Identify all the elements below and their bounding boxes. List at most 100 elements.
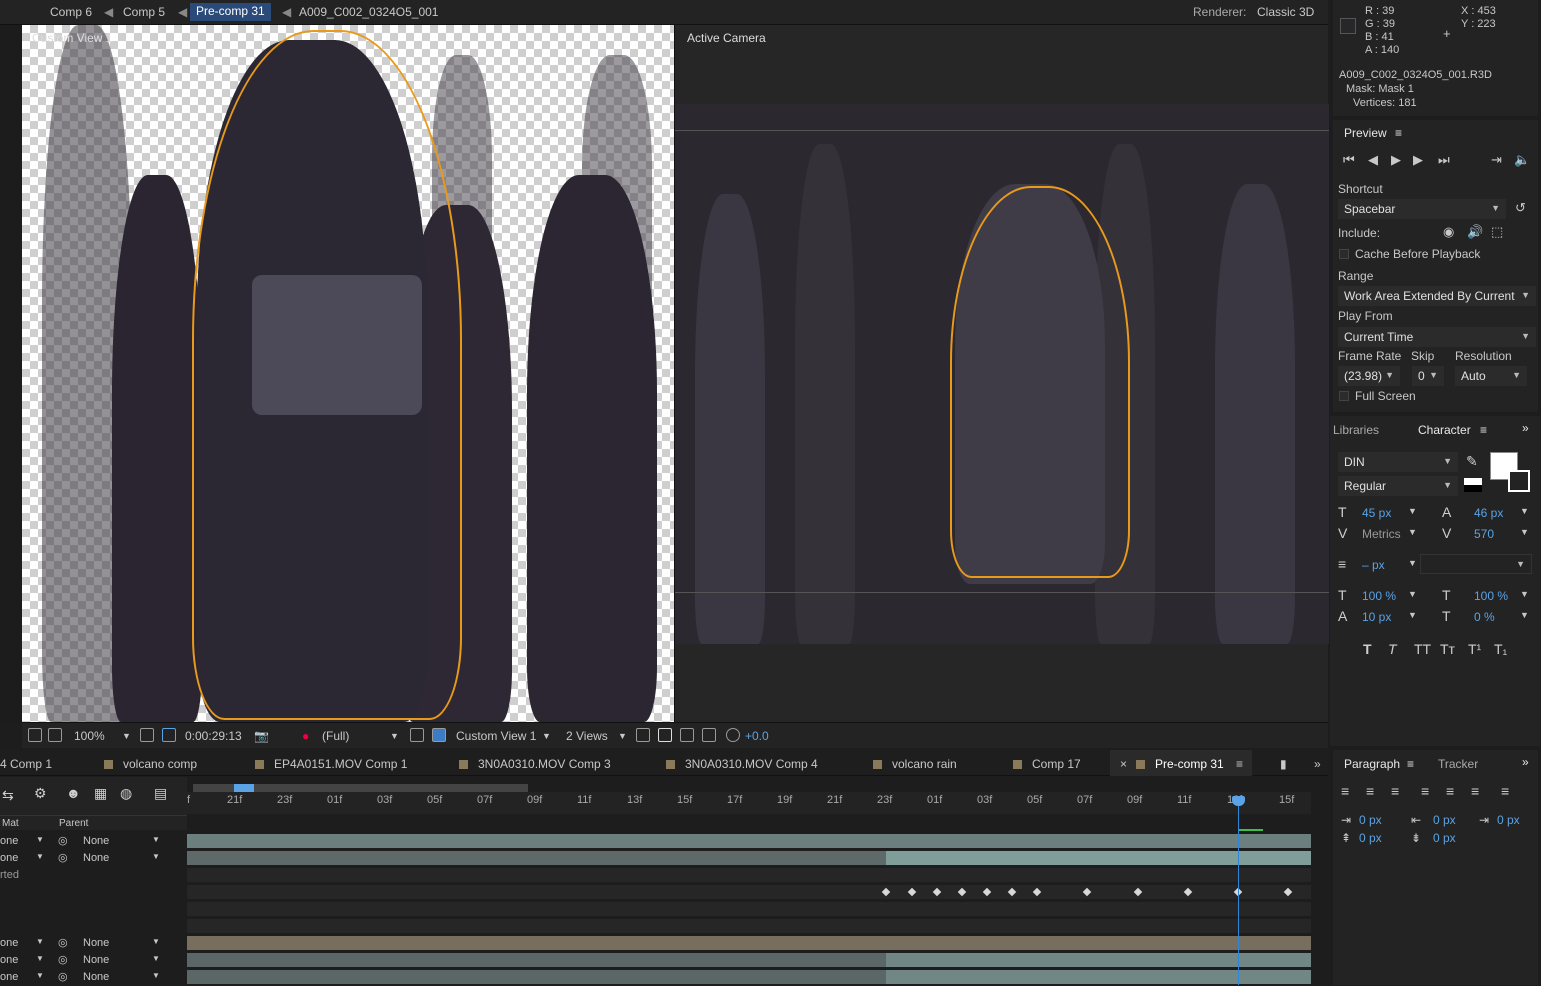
- breadcrumb-precomp31[interactable]: Pre-comp 31: [190, 3, 271, 21]
- chevron-down-icon[interactable]: ▼: [36, 835, 44, 844]
- full-screen-checkbox[interactable]: [1339, 391, 1349, 401]
- align-left-icon[interactable]: ≡: [1341, 783, 1349, 799]
- chevron-down-icon[interactable]: ▼: [36, 954, 44, 963]
- horizontal-scale-value[interactable]: 100 %: [1474, 589, 1508, 603]
- close-icon[interactable]: ×: [1120, 757, 1127, 771]
- parent-value[interactable]: None: [83, 937, 109, 949]
- cache-checkbox[interactable]: [1339, 249, 1349, 259]
- search-layers-icon[interactable]: ⇆: [2, 787, 14, 804]
- tab-tracker[interactable]: Tracker: [1438, 757, 1478, 771]
- chevron-down-icon[interactable]: ▼: [36, 937, 44, 946]
- indent-left-value[interactable]: 0 px: [1359, 813, 1382, 827]
- first-frame-icon[interactable]: ⏮: [1343, 152, 1355, 168]
- view-dropdown[interactable]: Custom View 1: [456, 729, 536, 743]
- matte-value[interactable]: one: [0, 971, 18, 983]
- stroke-width-value[interactable]: – px: [1362, 558, 1385, 572]
- layer-row[interactable]: one ▼ ◎ None ▼: [0, 969, 186, 986]
- indent-first-value[interactable]: 0 px: [1497, 813, 1520, 827]
- chevron-down-icon[interactable]: ▼: [1408, 527, 1417, 537]
- mask-visibility-icon[interactable]: [162, 728, 176, 742]
- timeline-icon[interactable]: [680, 728, 694, 742]
- layer-row[interactable]: one ▼ ◎ None ▼: [0, 833, 186, 850]
- baseline-shift-value[interactable]: 10 px: [1362, 610, 1391, 624]
- layer-duration-bar[interactable]: [187, 936, 1311, 950]
- preview-title[interactable]: Preview: [1344, 126, 1387, 140]
- chevron-down-icon[interactable]: ▼: [1408, 506, 1417, 516]
- range-dropdown[interactable]: Work Area Extended By Current: [1338, 286, 1536, 306]
- region-of-interest-icon[interactable]: [410, 728, 424, 742]
- loop-icon[interactable]: ⇥: [1491, 152, 1502, 168]
- mat-column-header[interactable]: Mat: [2, 818, 19, 829]
- pixel-aspect-icon[interactable]: [636, 728, 650, 742]
- tab-3n0a0310-comp4[interactable]: 3N0A0310.MOV Comp 4: [666, 757, 818, 771]
- chevron-down-icon[interactable]: ▼: [152, 971, 160, 980]
- parent-value[interactable]: None: [83, 954, 109, 966]
- matte-value[interactable]: one: [0, 835, 18, 847]
- layer-row[interactable]: one ▼ ◎ None ▼: [0, 850, 186, 867]
- chevron-down-icon[interactable]: ▼: [1520, 506, 1529, 516]
- comp-mini-flowchart-icon[interactable]: ⚙: [34, 785, 47, 802]
- small-caps-icon[interactable]: Tт: [1440, 641, 1455, 657]
- transparency-grid-icon[interactable]: [432, 728, 446, 742]
- chevron-down-icon[interactable]: ▼: [1520, 610, 1529, 620]
- expand-icon[interactable]: »: [1314, 757, 1321, 771]
- breadcrumb-comp6[interactable]: Comp 6: [50, 5, 92, 19]
- chevron-down-icon[interactable]: ▼: [36, 971, 44, 980]
- indent-right-value[interactable]: 0 px: [1433, 813, 1456, 827]
- font-family-dropdown[interactable]: DIN: [1338, 452, 1458, 472]
- color-channels-icon[interactable]: ●: [302, 729, 309, 743]
- menu-icon[interactable]: ≡: [1480, 423, 1487, 437]
- chevron-down-icon[interactable]: ▼: [152, 835, 160, 844]
- font-style-dropdown[interactable]: Regular: [1338, 476, 1458, 496]
- expand-icon[interactable]: »: [1522, 755, 1529, 769]
- tab-libraries[interactable]: Libraries: [1333, 423, 1379, 437]
- exposure-icon[interactable]: [726, 728, 740, 742]
- pickwhip-icon[interactable]: ◎: [58, 851, 68, 864]
- pickwhip-icon[interactable]: ◎: [58, 953, 68, 966]
- tab-3n0a0310-comp3[interactable]: 3N0A0310.MOV Comp 3: [459, 757, 611, 771]
- tab-comp17[interactable]: Comp 17: [1013, 757, 1081, 771]
- fast-previews-icon[interactable]: [658, 728, 672, 742]
- menu-icon[interactable]: ≡: [1407, 757, 1414, 771]
- layer-duration-bar-active[interactable]: [886, 851, 1311, 865]
- parent-value[interactable]: None: [83, 971, 109, 983]
- mask-path[interactable]: [192, 30, 462, 720]
- snapshot-icon[interactable]: 📷: [254, 729, 269, 743]
- flowchart-icon[interactable]: [702, 728, 716, 742]
- faux-italic-icon[interactable]: T: [1388, 641, 1397, 657]
- pickwhip-icon[interactable]: ◎: [58, 970, 68, 983]
- tracking-value[interactable]: 570: [1474, 527, 1494, 541]
- layer-row[interactable]: rted: [0, 867, 186, 884]
- chevron-down-icon[interactable]: ▼: [1408, 610, 1417, 620]
- current-time-indicator[interactable]: [1238, 796, 1239, 985]
- menu-icon[interactable]: ≡: [1395, 126, 1402, 140]
- tab-volcano-rain[interactable]: volcano rain: [873, 757, 957, 771]
- parent-column-header[interactable]: Parent: [59, 818, 88, 829]
- kerning-value[interactable]: Metrics: [1362, 527, 1401, 541]
- chevron-down-icon[interactable]: ▼: [122, 731, 131, 741]
- last-frame-icon[interactable]: ⏭: [1438, 152, 1450, 168]
- shortcut-dropdown[interactable]: Spacebar: [1338, 199, 1506, 219]
- vertical-scale-value[interactable]: 100 %: [1362, 589, 1396, 603]
- black-white-swatch[interactable]: [1464, 478, 1482, 492]
- eyedropper-icon[interactable]: ✎: [1466, 453, 1478, 470]
- audio-icon[interactable]: 🔈: [1514, 152, 1530, 168]
- superscript-icon[interactable]: T¹: [1468, 641, 1481, 657]
- tab-comp1[interactable]: 4 Comp 1: [0, 757, 52, 771]
- chevron-down-icon[interactable]: ▼: [1520, 527, 1529, 537]
- tab-character[interactable]: Character: [1418, 423, 1471, 437]
- matte-value[interactable]: one: [0, 954, 18, 966]
- subscript-icon[interactable]: T₁: [1494, 641, 1507, 657]
- breadcrumb-footage[interactable]: A009_C002_0324O5_001: [299, 5, 438, 19]
- tab-ep4a0151[interactable]: EP4A0151.MOV Comp 1: [255, 757, 407, 771]
- all-caps-icon[interactable]: TT: [1414, 641, 1431, 657]
- always-preview-icon[interactable]: [28, 728, 42, 742]
- zoom-dropdown[interactable]: 100%: [74, 729, 105, 743]
- monitor-icon[interactable]: [48, 728, 62, 742]
- matte-value[interactable]: one: [0, 852, 18, 864]
- reset-icon[interactable]: ↺: [1515, 200, 1526, 216]
- exposure-value[interactable]: +0.0: [745, 729, 769, 743]
- layer-duration-bar-active[interactable]: [886, 953, 1311, 967]
- audio-include-icon[interactable]: 🔊: [1467, 224, 1483, 240]
- justify-center-icon[interactable]: ≡: [1446, 783, 1454, 799]
